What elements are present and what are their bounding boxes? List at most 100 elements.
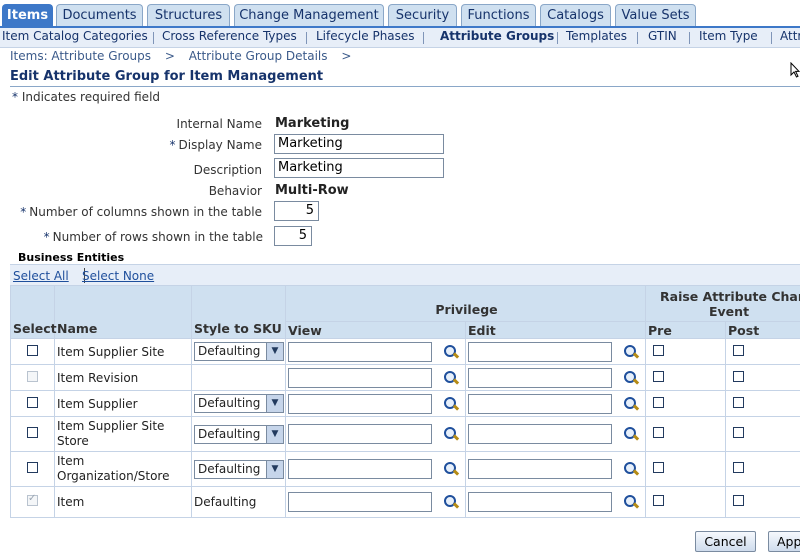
edit-privilege-input[interactable] [468, 393, 612, 414]
subtab-attributes[interactable]: Attr [780, 29, 800, 43]
subtab-item-type[interactable]: Item Type [699, 29, 758, 43]
entity-name: Item Organization/Store [54, 451, 192, 487]
search-icon[interactable] [443, 461, 459, 477]
table-row: Item Supplier Site Defaulting ▼ [10, 338, 800, 365]
edit-privilege-input[interactable] [468, 367, 612, 388]
search-icon[interactable] [623, 461, 639, 477]
description-input[interactable]: Marketing [274, 158, 444, 178]
edit-privilege-input[interactable] [468, 424, 612, 444]
search-icon[interactable] [443, 344, 459, 360]
breadcrumb-attribute-groups[interactable]: Items: Attribute Groups [10, 49, 151, 63]
tab-functions[interactable]: Functions [461, 4, 536, 26]
search-icon[interactable] [443, 370, 459, 386]
select-none-link[interactable]: Select None [82, 269, 154, 283]
table-row: Item Defaulting [10, 486, 800, 518]
column-header-name: Name [54, 285, 192, 339]
entity-name: Item Revision [54, 364, 192, 391]
subtab-lifecycle-phases[interactable]: Lifecycle Phases [316, 29, 415, 43]
view-privilege-input[interactable] [288, 424, 432, 444]
pre-event-checkbox[interactable] [653, 396, 665, 408]
search-icon[interactable] [623, 344, 639, 360]
internal-name-value: Marketing [275, 116, 350, 131]
search-icon[interactable] [623, 370, 639, 386]
view-privilege-input[interactable] [288, 341, 432, 362]
display-name-input[interactable]: Marketing [274, 134, 444, 154]
breadcrumb-separator: > [341, 49, 352, 63]
post-event-checkbox[interactable] [733, 427, 745, 438]
pre-event-checkbox[interactable] [653, 427, 665, 438]
behavior-label: Behavior [208, 184, 262, 198]
tab-structures[interactable]: Structures [147, 4, 230, 26]
required-star: * [12, 90, 18, 104]
sub-tab-bar: Item Catalog Categories Cross Reference … [0, 28, 800, 48]
row-select-checkbox[interactable] [27, 344, 38, 356]
column-header-privilege: Privilege [284, 285, 647, 322]
pre-event-checkbox[interactable] [653, 370, 665, 382]
entity-name: Item Supplier [54, 390, 192, 417]
view-privilege-input[interactable] [288, 367, 432, 388]
edit-privilege-input[interactable] [468, 341, 612, 362]
table-row: Item Supplier Site Store Defaulting ▼ [10, 416, 800, 452]
search-icon[interactable] [623, 426, 639, 442]
post-event-checkbox[interactable] [733, 495, 745, 506]
cancel-button[interactable]: Cancel [695, 531, 756, 552]
style-to-sku-select[interactable]: Defaulting ▼ [194, 394, 284, 413]
post-event-checkbox[interactable] [733, 344, 745, 356]
style-to-sku-value: Defaulting [191, 486, 286, 518]
post-event-checkbox[interactable] [733, 396, 745, 408]
description-label: Description [193, 163, 262, 177]
style-to-sku-select[interactable]: Defaulting ▼ [194, 342, 284, 361]
style-to-sku-select[interactable]: Defaulting ▼ [194, 459, 284, 479]
search-icon[interactable] [623, 494, 639, 510]
columns-input[interactable]: 5 [274, 201, 319, 221]
pre-event-checkbox[interactable] [653, 344, 665, 356]
internal-name-label: Internal Name [176, 117, 262, 131]
row-select-checkbox[interactable] [27, 396, 38, 408]
column-header-post: Post [725, 321, 800, 339]
tab-change-management[interactable]: Change Management [234, 4, 384, 26]
chevron-down-icon[interactable]: ▼ [266, 460, 283, 478]
pre-event-checkbox[interactable] [653, 495, 665, 506]
select-all-link[interactable]: Select All [13, 269, 69, 283]
search-icon[interactable] [443, 396, 459, 412]
tab-security[interactable]: Security [388, 4, 457, 26]
edit-privilege-input[interactable] [468, 492, 612, 512]
column-header-style-to-sku: Style to SKU [191, 285, 286, 339]
subtab-item-catalog-categories[interactable]: Item Catalog Categories [2, 29, 148, 43]
row-select-checkbox[interactable] [27, 427, 38, 438]
tab-documents[interactable]: Documents [56, 4, 143, 26]
post-event-checkbox[interactable] [733, 462, 745, 473]
pre-event-checkbox[interactable] [653, 462, 665, 473]
subtab-separator [557, 32, 558, 44]
edit-privilege-input[interactable] [468, 459, 612, 479]
display-name-label: * Display Name [169, 138, 262, 152]
row-select-checkbox[interactable] [27, 462, 38, 473]
chevron-down-icon[interactable]: ▼ [266, 395, 283, 412]
view-privilege-input[interactable] [288, 459, 432, 479]
raise-event-header-line1: Raise Attribute Chang [660, 288, 800, 304]
subtab-cross-reference-types[interactable]: Cross Reference Types [162, 29, 297, 43]
search-icon[interactable] [623, 396, 639, 412]
rows-input[interactable]: 5 [274, 226, 312, 246]
search-icon[interactable] [443, 426, 459, 442]
subtab-attribute-groups[interactable]: Attribute Groups [440, 29, 554, 43]
tab-value-sets[interactable]: Value Sets [615, 4, 696, 26]
subtab-gtin[interactable]: GTIN [648, 29, 677, 43]
post-event-checkbox[interactable] [733, 370, 745, 382]
apply-button[interactable]: App [768, 531, 800, 552]
subtab-templates[interactable]: Templates [566, 29, 627, 43]
breadcrumb-attribute-group-details[interactable]: Attribute Group Details [189, 49, 328, 63]
subtab-separator [637, 32, 638, 44]
tab-items[interactable]: Items [2, 4, 53, 28]
subtab-separator [423, 32, 424, 44]
tab-catalogs[interactable]: Catalogs [540, 4, 611, 26]
entity-name: Item Supplier Site Store [54, 416, 192, 452]
style-to-sku-select[interactable]: Defaulting ▼ [194, 424, 284, 444]
view-privilege-input[interactable] [288, 393, 432, 414]
entity-name: Item [54, 486, 192, 518]
search-icon[interactable] [443, 494, 459, 510]
mouse-cursor-icon [790, 62, 800, 78]
chevron-down-icon[interactable]: ▼ [266, 425, 283, 443]
chevron-down-icon[interactable]: ▼ [266, 343, 283, 360]
view-privilege-input[interactable] [288, 492, 432, 512]
